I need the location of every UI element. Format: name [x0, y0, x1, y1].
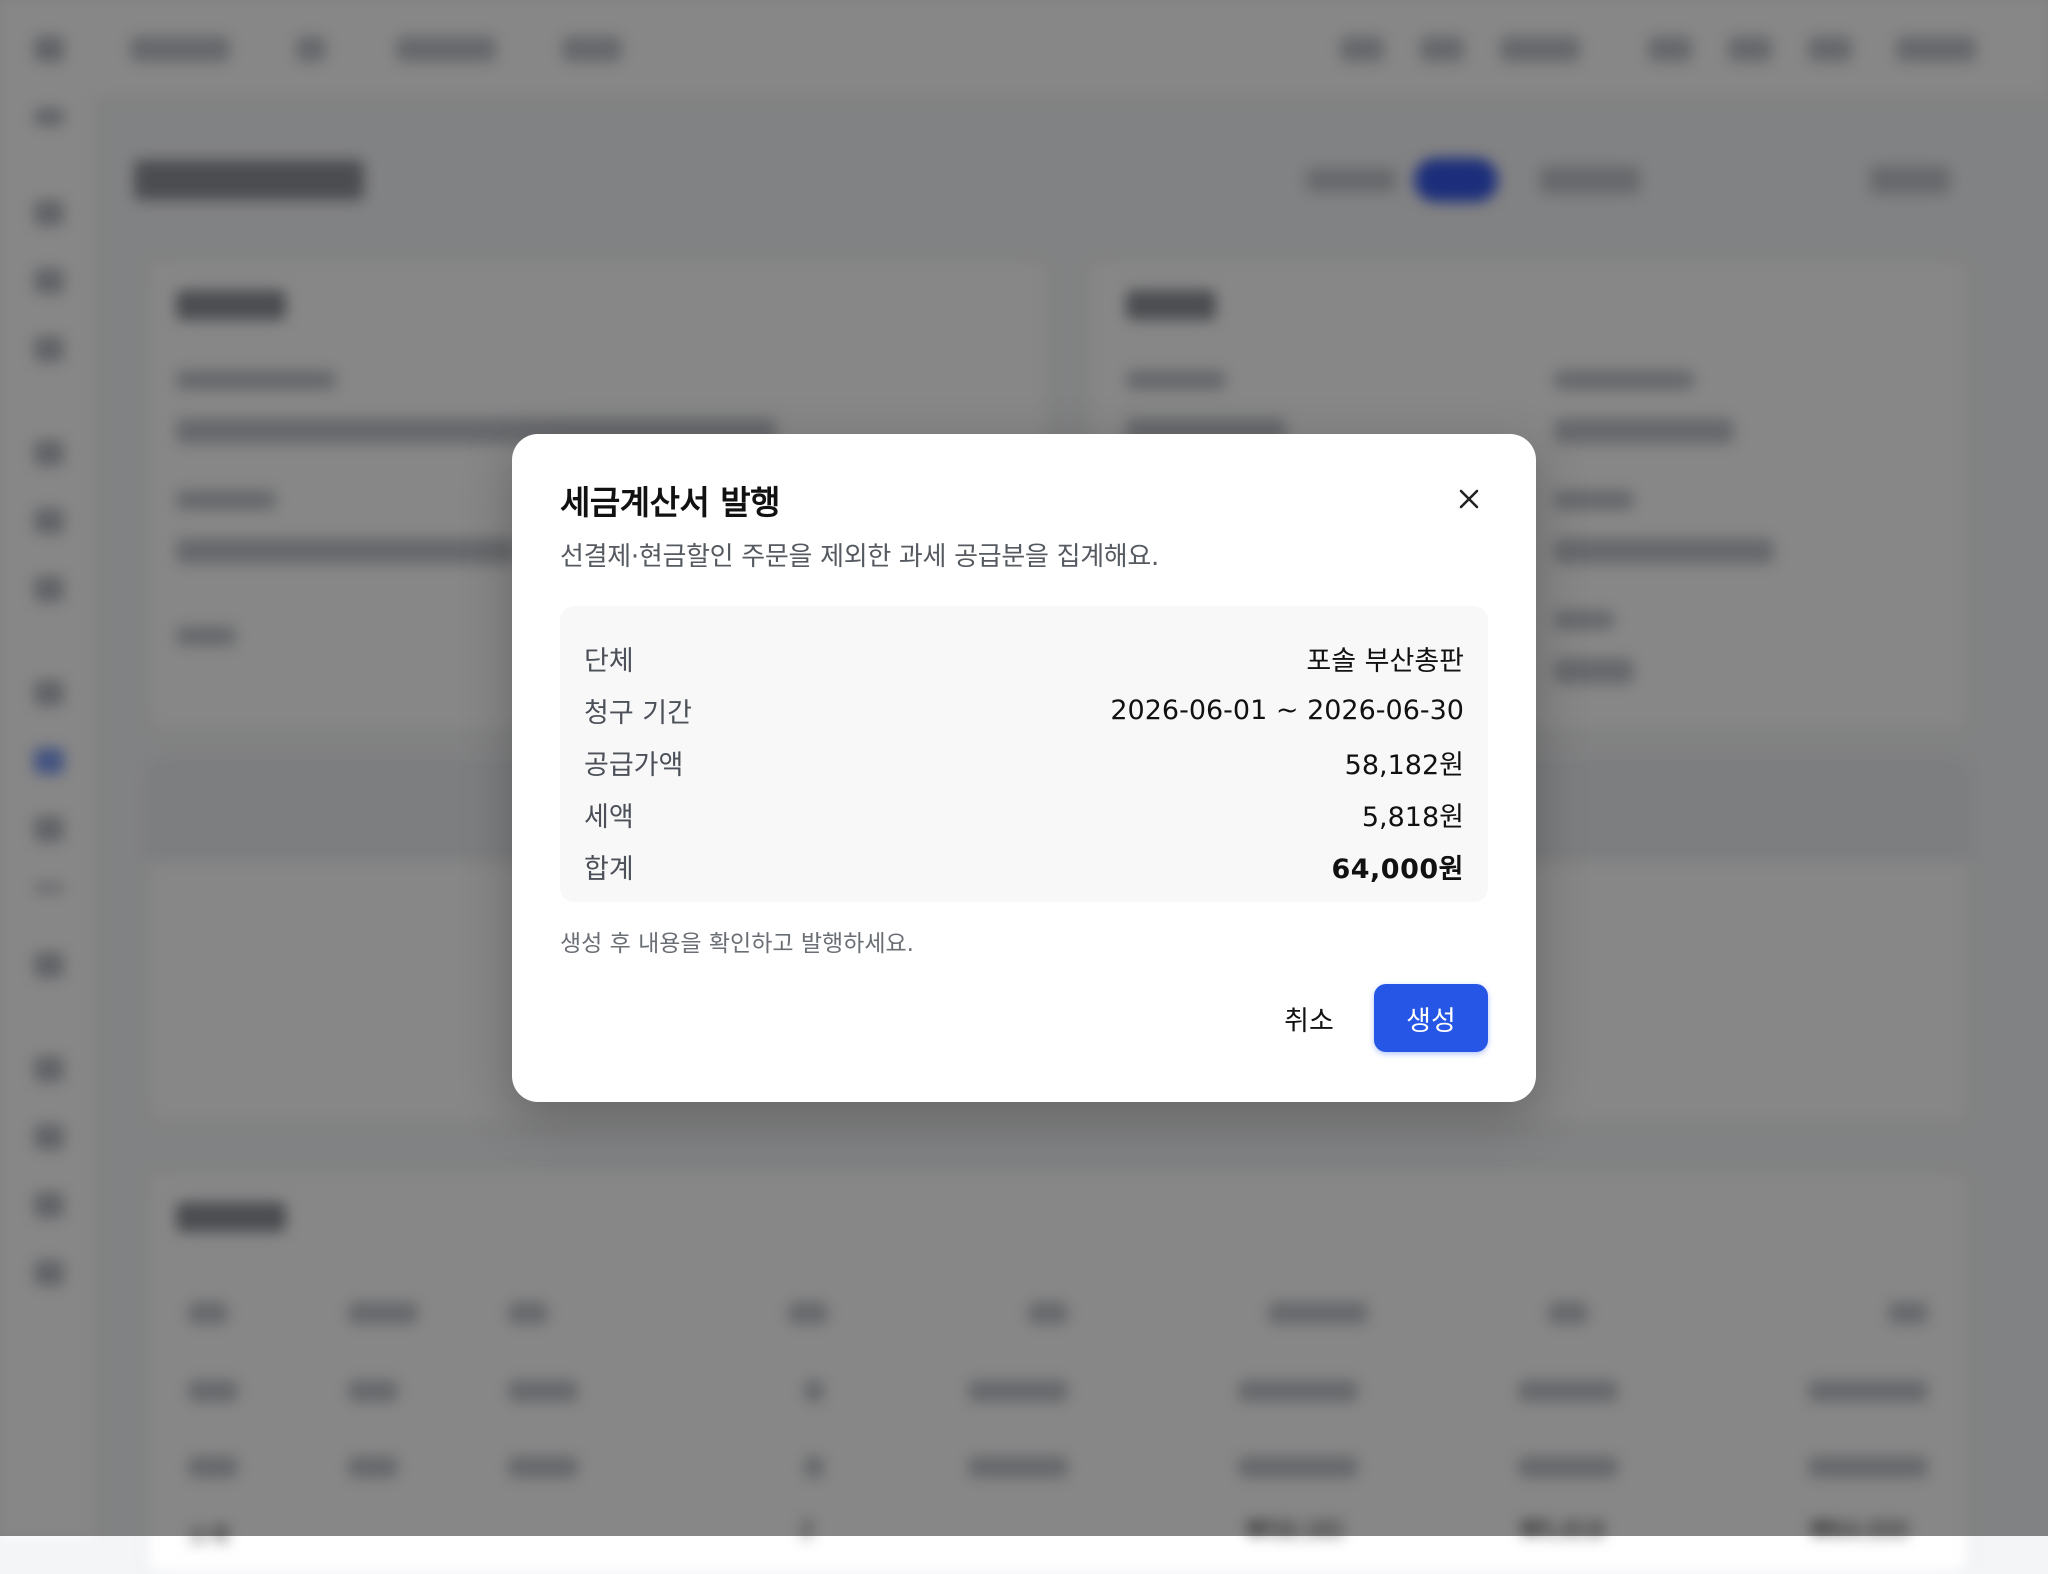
summary-value: 2026-06-01 ~ 2026-06-30	[1110, 694, 1464, 726]
cancel-button[interactable]: 취소	[1252, 984, 1366, 1052]
dialog-description: 선결제·현금할인 주문을 제외한 과세 공급분을 집계해요.	[560, 542, 1160, 572]
close-icon	[1459, 489, 1479, 509]
tax-invoice-dialog: 세금계산서 발행 선결제·현금할인 주문을 제외한 과세 공급분을 집계해요. …	[512, 434, 1536, 1102]
summary-value: 포솔 부산총판	[1306, 645, 1464, 677]
summary-label: 단체	[584, 645, 634, 677]
dialog-note: 생성 후 내용을 확인하고 발행하세요.	[560, 931, 914, 957]
summary-row-total: 합계 64,000원	[584, 842, 1464, 890]
summary-label: 청구 기간	[584, 697, 692, 729]
close-button[interactable]	[1452, 482, 1486, 516]
summary-label: 합계	[584, 853, 634, 885]
summary-value: 5,818원	[1361, 801, 1464, 833]
summary-row-billing-period: 청구 기간 2026-06-01 ~ 2026-06-30	[584, 686, 1464, 734]
summary-label: 세액	[584, 801, 634, 833]
create-button[interactable]: 생성	[1374, 984, 1488, 1052]
summary-total-value: 64,000원	[1331, 853, 1464, 885]
invoice-summary: 단체 포솔 부산총판 청구 기간 2026-06-01 ~ 2026-06-30…	[560, 606, 1488, 902]
summary-label: 공급가액	[584, 749, 684, 781]
summary-row-supply-amount: 공급가액 58,182원	[584, 738, 1464, 786]
summary-row-organization: 단체 포솔 부산총판	[584, 634, 1464, 682]
dialog-title: 세금계산서 발행	[560, 483, 781, 522]
summary-value: 58,182원	[1344, 749, 1464, 781]
summary-row-tax-amount: 세액 5,818원	[584, 790, 1464, 838]
